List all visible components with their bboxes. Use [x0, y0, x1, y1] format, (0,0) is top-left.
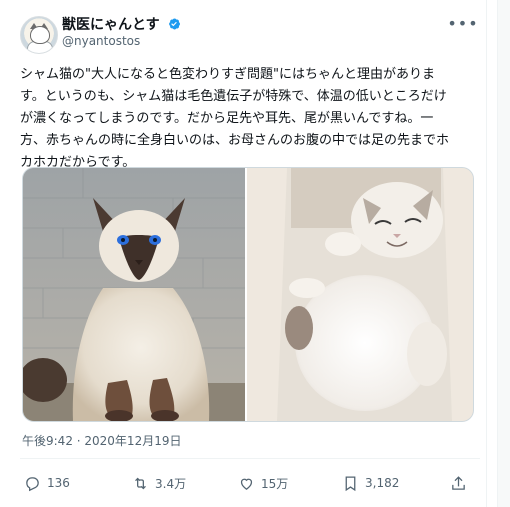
tweet-timestamp[interactable]: 午後9:42 · 2020年12月19日	[22, 432, 181, 449]
avatar-cat-face	[30, 26, 50, 44]
bookmark-icon	[345, 475, 356, 491]
divider	[20, 458, 480, 459]
heart-icon	[240, 478, 253, 490]
tweet-text-line: シャム猫の"大人になると色変わりすぎ問題"にはちゃんと理由がありま	[20, 67, 435, 82]
tweet-text-line: す。というのも、シャム猫は毛色遺伝子が特殊で、体温の低いところだけ	[20, 89, 447, 104]
verified-badge-icon	[169, 18, 181, 30]
retweet-count: 3.4万	[155, 476, 187, 491]
tweet-text-line: が濃くなってしまうのです。だから足先や耳先、尾が黒いんですね。一	[20, 111, 434, 126]
retweet-button[interactable]: 3.4万	[132, 470, 186, 496]
bookmark-count: 3,182	[365, 476, 400, 490]
like-button[interactable]: 15万	[238, 470, 288, 496]
adult-siamese-cat-photo[interactable]	[23, 168, 245, 421]
tweet-text: シャム猫の"大人になると色変わりすぎ問題"にはちゃんと理由がありま す。というの…	[20, 64, 480, 174]
tweet-media[interactable]	[22, 167, 474, 422]
more-options-icon[interactable]: •••	[447, 12, 477, 34]
siamese-cat-illustration	[23, 168, 245, 421]
bookmark-button[interactable]: 3,182	[342, 470, 399, 496]
reply-icon	[26, 476, 39, 491]
reply-button[interactable]: 136	[24, 470, 70, 496]
white-kitten-sleeping-photo[interactable]	[247, 168, 473, 421]
reply-count: 136	[47, 476, 70, 490]
share-button[interactable]	[450, 470, 473, 496]
author-name-row[interactable]: 獣医にゃんとす	[62, 14, 181, 34]
author-handle[interactable]: @nyantostos	[62, 34, 140, 48]
avatar[interactable]	[20, 16, 58, 54]
kitten-illustration	[247, 168, 473, 421]
share-icon	[452, 475, 465, 490]
tweet-text-line: 方、赤ちゃんの時に全身白いのは、お母さんのお腹の中では足の先までホ	[20, 133, 450, 148]
retweet-icon	[135, 477, 146, 489]
author-name[interactable]: 獣医にゃんとす	[62, 17, 160, 33]
right-pane-edge	[487, 0, 510, 507]
like-count: 15万	[261, 476, 289, 491]
tweet-detail: 獣医にゃんとす @nyantostos ••• シャム猫の"大人になると色変わり…	[0, 0, 487, 507]
scroll-area	[497, 0, 510, 507]
action-bar: 136 3.4万 15万 3,182	[20, 470, 470, 496]
